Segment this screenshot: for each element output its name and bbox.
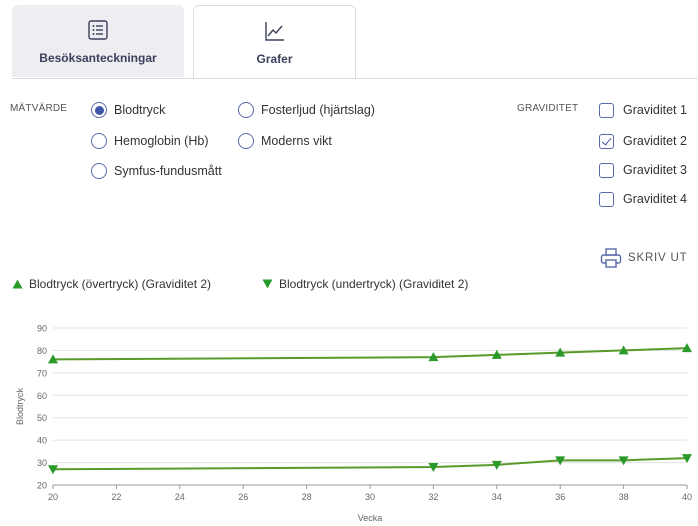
legend-item-systolic[interactable]: Blodtryck (övertryck) (Graviditet 2) [12,277,211,291]
checkbox-graviditet-1[interactable]: Graviditet 1 [599,101,687,119]
x-tick-label: 36 [555,492,565,502]
radio-icon [238,102,254,118]
series-line-0 [52,347,688,361]
data-point-0 [48,354,58,364]
x-tick-label: 40 [682,492,692,502]
tab-visit-notes[interactable]: Besöksanteckningar [12,5,184,77]
triangle-down-icon [262,279,273,289]
tab-divider [12,78,698,79]
pregnancy-label: GRAVIDITET [517,103,579,114]
y-tick-label: 20 [37,481,47,491]
measure-label: MÄTVÄRDE [10,103,68,114]
data-point-1 [491,460,502,470]
triangle-up-icon [12,279,23,289]
line-chart-icon [264,22,284,41]
checkbox-graviditet-4[interactable]: Graviditet 4 [599,190,687,208]
radio-icon [91,133,107,149]
y-tick-label: 80 [37,346,47,356]
y-tick-label: 40 [37,436,47,446]
checkbox-checked-icon [599,133,614,149]
radio-label: Blodtryck [114,103,166,117]
radio-fosterljud[interactable]: Fosterljud (hjärtslag) [238,101,375,119]
x-axis-label: Vecka [358,513,383,523]
x-tick-label: 34 [492,492,502,502]
legend-label: Blodtryck (undertryck) (Graviditet 2) [279,277,469,291]
checkbox-label: Graviditet 3 [623,163,687,177]
data-point-0 [682,343,692,353]
radio-label: Hemoglobin (Hb) [114,134,209,148]
printer-icon [600,248,622,268]
checkbox-label: Graviditet 2 [623,134,687,148]
checkbox-graviditet-3[interactable]: Graviditet 3 [599,161,687,179]
x-tick-label: 38 [619,492,629,502]
checkbox-icon [599,102,614,118]
y-tick-label: 50 [37,413,47,423]
checkbox-icon [599,162,614,178]
y-tick-label: 70 [37,368,47,378]
x-tick-label: 30 [365,492,375,502]
checkbox-label: Graviditet 4 [623,192,687,206]
data-point-0 [618,345,629,355]
radio-hemoglobin[interactable]: Hemoglobin (Hb) [91,132,208,150]
radio-label: Moderns vikt [261,134,332,148]
checkbox-icon [599,191,614,207]
series-line-1 [52,457,688,471]
data-point-0 [555,347,566,357]
data-point-1 [48,465,58,475]
radio-moderns-vikt[interactable]: Moderns vikt [238,132,332,150]
data-point-1 [682,454,692,464]
data-point-0 [491,349,502,359]
data-point-1 [428,463,439,473]
legend-item-diastolic[interactable]: Blodtryck (undertryck) (Graviditet 2) [262,277,468,291]
x-tick-label: 28 [302,492,312,502]
y-axis-label: Blodtryck [15,387,25,425]
x-tick-label: 20 [48,492,58,502]
data-point-1 [555,456,566,466]
legend-label: Blodtryck (övertryck) (Graviditet 2) [29,277,212,291]
list-icon [88,20,108,40]
data-point-1 [618,456,629,466]
radio-label: Symfus-fundusmått [114,164,222,178]
tab-label: Grafer [256,52,293,66]
y-tick-label: 60 [37,391,47,401]
y-tick-label: 90 [37,324,47,334]
x-tick-label: 32 [428,492,438,502]
radio-selected-icon [91,102,107,118]
x-tick-label: 22 [111,492,121,502]
radio-label: Fosterljud (hjärtslag) [261,103,375,117]
radio-icon [238,133,254,149]
radio-symfus[interactable]: Symfus-fundusmått [91,162,222,180]
checkbox-label: Graviditet 1 [623,103,687,117]
print-label: SKRIV UT [628,252,688,264]
print-button[interactable]: SKRIV UT [600,248,687,268]
data-point-0 [428,352,439,362]
radio-icon [91,163,107,179]
x-tick-label: 24 [175,492,185,502]
tab-charts[interactable]: Grafer [193,5,356,79]
y-tick-label: 30 [37,458,47,468]
tab-label: Besöksanteckningar [39,51,157,65]
x-tick-label: 26 [238,492,248,502]
radio-blodtryck[interactable]: Blodtryck [91,101,165,119]
checkbox-graviditet-2[interactable]: Graviditet 2 [599,132,687,150]
